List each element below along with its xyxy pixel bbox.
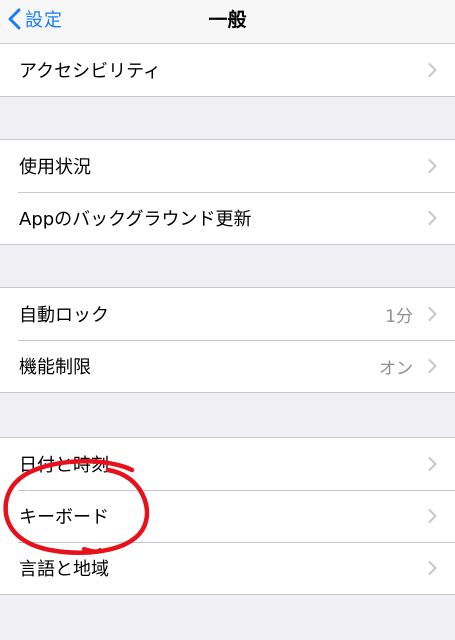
row-language-region[interactable]: 言語と地域 <box>0 542 455 594</box>
settings-group-lock: 自動ロック 1分 機能制限 オン <box>0 287 455 393</box>
row-value: 1分 <box>385 306 413 327</box>
row-label: 日付と時刻 <box>19 455 109 476</box>
row-label: Appのバックグラウンド更新 <box>19 209 252 230</box>
chevron-right-icon <box>428 307 437 321</box>
row-auto-lock[interactable]: 自動ロック 1分 <box>0 288 455 340</box>
navigation-bar: 設定 一般 <box>0 0 455 44</box>
chevron-right-icon <box>428 509 437 523</box>
settings-group-accessibility: アクセシビリティ <box>0 43 455 97</box>
row-label: 自動ロック <box>19 305 109 326</box>
row-date-time[interactable]: 日付と時刻 <box>0 438 455 490</box>
chevron-right-icon <box>428 63 437 77</box>
chevron-right-icon <box>428 457 437 471</box>
chevron-right-icon <box>428 211 437 225</box>
row-label: 機能制限 <box>19 357 91 378</box>
settings-group-usage: 使用状況 Appのバックグラウンド更新 <box>0 139 455 245</box>
row-label: 言語と地域 <box>19 559 109 580</box>
row-background-app-refresh[interactable]: Appのバックグラウンド更新 <box>0 192 455 244</box>
page-title: 一般 <box>208 9 247 31</box>
chevron-right-icon <box>428 561 437 575</box>
row-usage[interactable]: 使用状況 <box>0 140 455 192</box>
row-value: オン <box>379 358 413 379</box>
row-label: アクセシビリティ <box>19 61 162 82</box>
row-restrictions[interactable]: 機能制限 オン <box>0 340 455 392</box>
row-accessibility[interactable]: アクセシビリティ <box>0 44 455 96</box>
chevron-right-icon <box>428 159 437 173</box>
row-label: 使用状況 <box>19 157 91 178</box>
row-keyboard[interactable]: キーボード <box>0 490 455 542</box>
row-label: キーボード <box>19 507 109 528</box>
settings-group-regional: 日付と時刻 キーボード 言語と地域 <box>0 437 455 595</box>
chevron-right-icon <box>428 359 437 373</box>
